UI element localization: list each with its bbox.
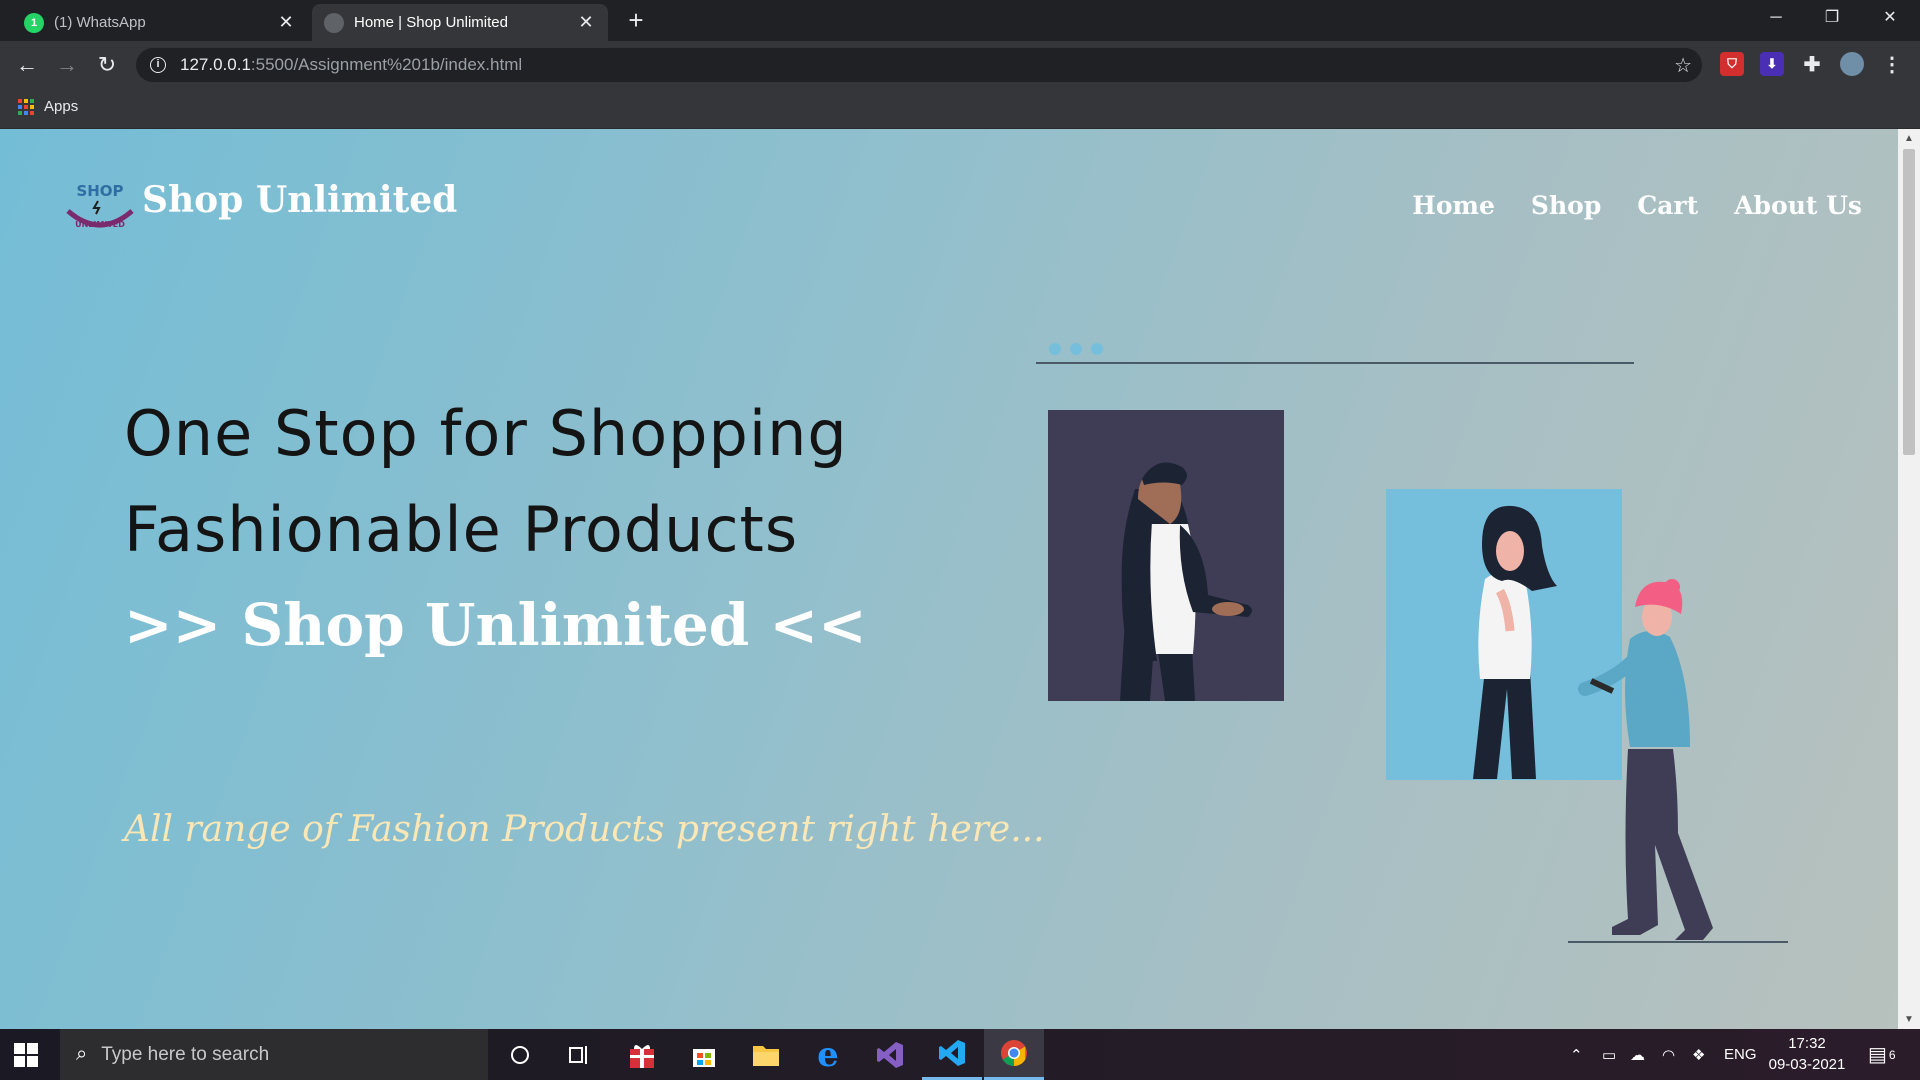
microsoft-store-icon[interactable] xyxy=(674,1029,734,1080)
gift-app-icon[interactable] xyxy=(612,1029,672,1080)
nav-about-us[interactable]: About Us xyxy=(1734,191,1862,220)
close-window-button[interactable]: ✕ xyxy=(1862,0,1918,38)
tab-title: (1) WhatsApp xyxy=(54,14,146,31)
chrome-icon[interactable] xyxy=(984,1029,1044,1080)
taskbar-search[interactable]: ⌕ Type here to search xyxy=(60,1029,488,1080)
nav-cart[interactable]: Cart xyxy=(1637,191,1698,220)
clock-date: 09-03-2021 xyxy=(1768,1056,1846,1073)
file-explorer-icon[interactable] xyxy=(736,1029,796,1080)
address-bar[interactable]: i 127.0.0.1:5500/Assignment%201b/index.h… xyxy=(136,48,1702,82)
action-center[interactable]: ▤ 6 xyxy=(1868,1029,1896,1080)
hero-heading-line2: Fashionable Products xyxy=(124,493,799,566)
scrollbar-thumb[interactable] xyxy=(1903,149,1915,455)
edge-browser-icon[interactable]: e xyxy=(798,1029,858,1080)
vscode-icon[interactable] xyxy=(922,1029,982,1080)
page-scrollbar[interactable]: ▲ ▼ xyxy=(1898,129,1920,1029)
apps-label: Apps xyxy=(44,98,79,115)
brand-name[interactable]: Shop Unlimited xyxy=(142,179,457,221)
url-path: :5500/Assignment%201b/index.html xyxy=(250,55,523,74)
scroll-up-icon[interactable]: ▲ xyxy=(1898,133,1920,144)
windows-taskbar: ⌕ Type here to search e ⌃ ▭ ☁ ◠ ❖ ENG 17… xyxy=(0,1029,1920,1080)
onedrive-icon[interactable]: ☁ xyxy=(1630,1029,1645,1080)
logo-text-bottom: UNLIMITED xyxy=(75,220,125,229)
tab-shop-unlimited[interactable]: Home | Shop Unlimited ✕ xyxy=(312,4,608,41)
forward-button[interactable]: → xyxy=(51,49,83,81)
reload-button[interactable]: ↻ xyxy=(91,49,123,81)
task-view-icon[interactable] xyxy=(550,1029,610,1080)
info-icon[interactable]: i xyxy=(150,57,166,73)
dropbox-icon[interactable]: ❖ xyxy=(1692,1029,1705,1080)
close-tab-icon[interactable]: ✕ xyxy=(576,12,596,33)
hero-brand-line: >> Shop Unlimited << xyxy=(124,591,867,659)
notification-icon: ▤ xyxy=(1868,1044,1887,1066)
profile-avatar[interactable] xyxy=(1840,52,1864,76)
browser-toolbar: ← → ↻ i 127.0.0.1:5500/Assignment%201b/i… xyxy=(0,41,1920,88)
whatsapp-icon: 1 xyxy=(24,12,44,33)
bookmarks-bar: Apps xyxy=(0,88,1920,129)
logo-text-top: SHOP xyxy=(76,182,123,200)
language-indicator[interactable]: ENG xyxy=(1724,1029,1757,1080)
close-tab-icon[interactable]: ✕ xyxy=(276,12,296,33)
search-icon: ⌕ xyxy=(76,1043,88,1065)
apps-bookmark[interactable]: Apps xyxy=(18,98,78,115)
clock-time: 17:32 xyxy=(1788,1035,1826,1052)
windows-start-icon[interactable] xyxy=(14,1043,38,1067)
visual-studio-icon[interactable] xyxy=(860,1029,920,1080)
restore-button[interactable]: ❐ xyxy=(1804,0,1860,38)
url-host: 127.0.0.1 xyxy=(180,55,251,74)
show-hidden-icons-chevron[interactable]: ⌃ xyxy=(1570,1029,1583,1080)
shopping-illustration xyxy=(1036,343,1788,943)
nav-shop[interactable]: Shop xyxy=(1531,191,1601,220)
apps-grid-icon xyxy=(18,98,34,115)
minimize-button[interactable]: ─ xyxy=(1748,0,1804,38)
shop-unlimited-logo[interactable]: SHOP UNLIMITED xyxy=(64,177,136,231)
download-extension-icon[interactable]: ⬇ xyxy=(1760,52,1784,76)
browser-title-bar: 1 (1) WhatsApp ✕ Home | Shop Unlimited ✕… xyxy=(0,0,1920,41)
search-placeholder: Type here to search xyxy=(101,1043,270,1065)
pocket-extension-icon[interactable]: ⛉ xyxy=(1720,52,1744,76)
main-nav: Home Shop Cart About Us xyxy=(1412,191,1862,220)
taskbar-clock[interactable]: 17:32 09-03-2021 xyxy=(1762,1033,1852,1075)
scroll-down-icon[interactable]: ▼ xyxy=(1898,1014,1920,1025)
tab-title: Home | Shop Unlimited xyxy=(354,14,508,31)
bookmark-star-icon[interactable]: ☆ xyxy=(1674,53,1692,78)
globe-icon xyxy=(324,12,344,33)
wifi-icon[interactable]: ◠ xyxy=(1662,1029,1675,1080)
hero-heading-line1: One Stop for Shopping xyxy=(124,397,848,470)
back-button[interactable]: ← xyxy=(11,49,43,81)
page-viewport: SHOP UNLIMITED Shop Unlimited Home Shop … xyxy=(0,129,1898,1029)
notification-count: 6 xyxy=(1888,1047,1896,1062)
battery-icon[interactable]: ▭ xyxy=(1602,1029,1616,1080)
nav-home[interactable]: Home xyxy=(1412,191,1495,220)
cortana-icon[interactable] xyxy=(490,1029,550,1080)
menu-kebab-icon[interactable]: ⋮ xyxy=(1880,52,1904,76)
tab-whatsapp[interactable]: 1 (1) WhatsApp ✕ xyxy=(12,4,308,41)
extensions-puzzle-icon[interactable]: ✚ xyxy=(1800,52,1824,76)
new-tab-button[interactable]: + xyxy=(622,6,650,34)
hero-tagline: All range of Fashion Products present ri… xyxy=(124,809,1045,850)
